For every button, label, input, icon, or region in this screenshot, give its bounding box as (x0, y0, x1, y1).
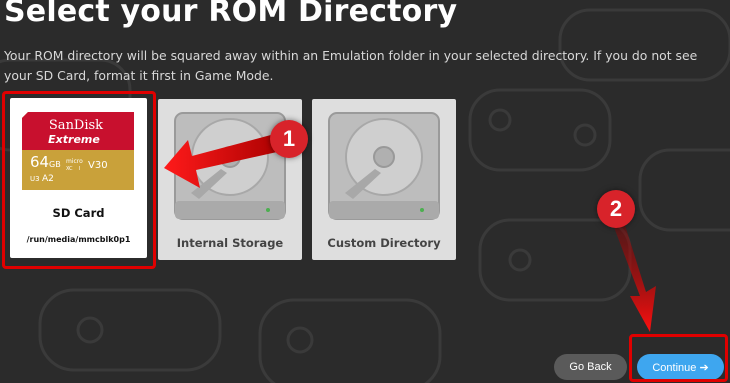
continue-highlight (629, 334, 728, 382)
go-back-button[interactable]: Go Back (554, 354, 627, 380)
page-description: Your ROM directory will be squared away … (4, 48, 698, 83)
step-2-badge: 2 (597, 190, 635, 228)
hard-drive-icon (328, 112, 440, 220)
page-title: Select your ROM Directory (4, 0, 458, 29)
internal-storage-label: Internal Storage (176, 236, 284, 250)
hard-drive-icon (174, 112, 286, 220)
custom-directory-option[interactable]: Custom Directory (312, 99, 456, 260)
sd-card-highlight (2, 91, 156, 269)
step-1-badge: 1 (270, 120, 308, 158)
custom-directory-label: Custom Directory (327, 236, 441, 250)
